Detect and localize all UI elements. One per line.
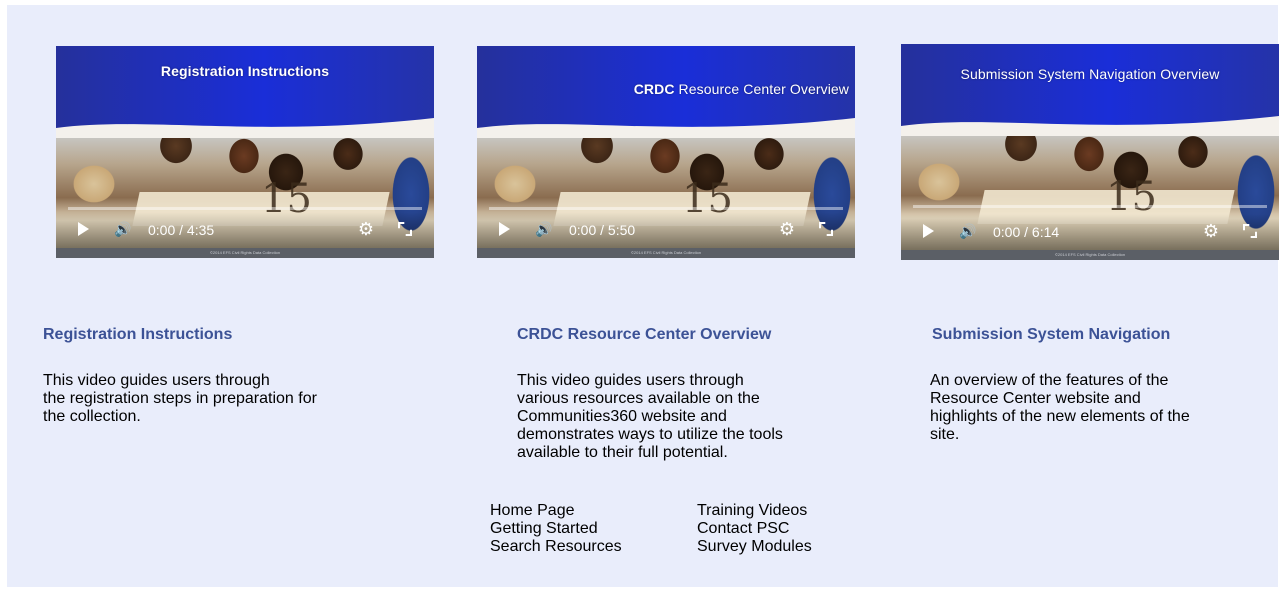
video-title-banner [901,44,1279,136]
nav-link-training-videos[interactable]: Training Videos [697,502,850,520]
volume-icon[interactable]: 🔊 [959,223,976,240]
video-overlay-title-bold: CRDC [633,81,675,97]
video-title-banner [56,46,434,138]
fullscreen-icon[interactable] [398,222,412,236]
nav-link-search-resources[interactable]: Search Resources [490,538,697,556]
nav-link-contact-psc[interactable]: Contact PSC [697,520,850,538]
volume-icon[interactable]: 🔊 [114,221,131,238]
video-overlay-title-rest: Resource Center Overview [674,81,849,97]
video-caption: ©2014 EFS Civil Rights Data Collection [56,248,434,258]
card-title-registration: Registration Instructions [43,326,233,343]
card-description-registration: This video guides users through the regi… [43,372,317,425]
video-player-registration[interactable]: 15 Registration Instructions 🔊 0:00 / 4:… [56,46,434,258]
video-caption: ©2014 EFS Civil Rights Data Collection [901,250,1279,260]
footer-nav: Home Page Training Videos Getting Starte… [490,502,850,556]
nav-link-survey-modules[interactable]: Survey Modules [697,538,850,556]
card-title-resource-center: CRDC Resource Center Overview [517,326,772,343]
nav-link-getting-started[interactable]: Getting Started [490,520,697,538]
fullscreen-icon[interactable] [819,222,833,236]
fullscreen-icon[interactable] [1243,224,1257,238]
nav-link-home[interactable]: Home Page [490,502,697,520]
video-time: 0:00 / 4:35 [148,222,215,238]
video-player-submission-system[interactable]: 15 Submission System Navigation Overview… [901,44,1279,260]
video-time: 0:00 / 6:14 [993,224,1060,240]
settings-gear-icon[interactable]: ⚙ [779,219,795,240]
video-overlay-title: Registration Instructions [160,63,330,79]
card-description-resource-center: This video guides users through various … [517,372,783,461]
video-overlay-title: Submission System Navigation Overview [960,66,1220,82]
video-controls: 🔊 0:00 / 4:35 ⚙ [56,212,434,248]
card-title-submission-system: Submission System Navigation [932,326,1171,343]
video-overlay-title: CRDC Resource Center Overview [477,81,855,97]
settings-gear-icon[interactable]: ⚙ [1203,221,1219,242]
video-progress-bar[interactable] [913,205,1267,208]
card-description-submission-system: An overview of the features of the Resou… [930,372,1190,443]
play-icon[interactable] [499,220,510,239]
play-icon[interactable] [923,222,934,241]
video-player-resource-center[interactable]: 15 CRDC Resource Center Overview 🔊 0:00 … [477,46,855,258]
video-caption: ©2014 EFS Civil Rights Data Collection [477,248,855,258]
play-icon[interactable] [78,220,89,239]
volume-icon[interactable]: 🔊 [535,221,552,238]
video-time: 0:00 / 5:50 [569,222,636,238]
video-controls: 🔊 0:00 / 6:14 ⚙ [901,214,1279,250]
settings-gear-icon[interactable]: ⚙ [358,219,374,240]
video-progress-bar[interactable] [68,207,422,210]
video-progress-bar[interactable] [489,207,843,210]
video-controls: 🔊 0:00 / 5:50 ⚙ [477,212,855,248]
